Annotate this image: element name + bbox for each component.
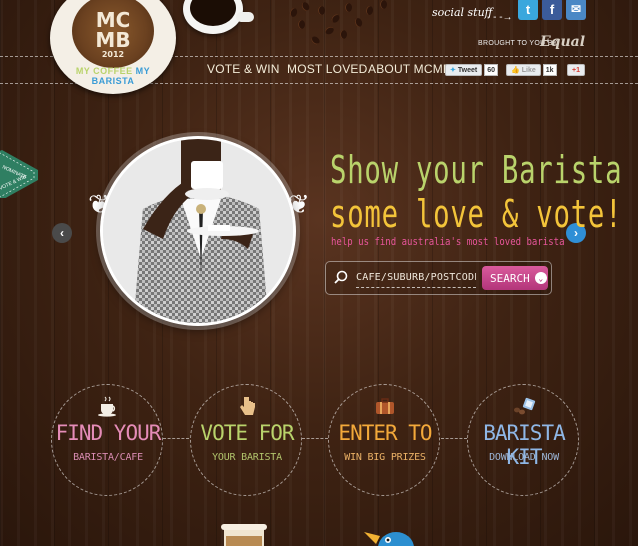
tweet-label: Tweet (457, 66, 478, 74)
twitter-icon[interactable]: t (518, 0, 538, 20)
step-subtitle: BARISTA/CAFE (73, 452, 143, 463)
nav-most-loved[interactable]: MOST LOVED (287, 62, 367, 76)
mcmb-logo[interactable]: MC MB 2012 MY COFFEE MY BARISTA (50, 0, 176, 94)
tweet-count: 60 (484, 64, 498, 76)
twitter-bird-illustration (364, 532, 414, 546)
like-icon: 👍 (511, 67, 520, 74)
barista-photo (100, 136, 296, 326)
like-count: 1k (542, 64, 557, 76)
coffee-cup-icon (98, 396, 116, 417)
logo-line2: MB (95, 28, 131, 52)
step-subtitle: DOWNLOAD NOW (489, 452, 559, 463)
step-subtitle: YOUR BARISTA (212, 452, 282, 463)
step-connector (302, 438, 328, 439)
sponsor-logo[interactable]: Equal (540, 34, 585, 50)
cup-handle (236, 12, 254, 22)
social-stuff-label: social stuff (432, 6, 493, 19)
search-box: SEARCH ⌄ (325, 261, 552, 295)
logo-year: 2012 (101, 50, 125, 59)
takeaway-cup-image (221, 524, 267, 546)
step-title: FIND YOUR (55, 421, 162, 445)
twitter-bird-icon: ✦ (450, 67, 456, 74)
search-input[interactable] (356, 268, 476, 288)
facebook-icon[interactable]: f (542, 0, 562, 20)
email-icon[interactable]: ✉ (566, 0, 586, 20)
hero-tagline: help us find australia's most loved bari… (331, 235, 565, 248)
nav-about-mcmb[interactable]: ABOUT MCMB (368, 62, 451, 76)
suitcase-icon (376, 398, 394, 414)
coffee-cup-image (183, 0, 243, 34)
like-share-button[interactable]: 👍 Like 1k (506, 64, 557, 76)
logo-badge: MC MB 2012 (72, 0, 154, 68)
nominate-ribbon[interactable]: NOMINATE VOTE & WIN (0, 150, 38, 198)
nav-vote-win[interactable]: VOTE & WIN (207, 62, 280, 76)
step-subtitle: WIN BIG PRIZES (344, 452, 426, 463)
tweet-share-button[interactable]: ✦ Tweet 60 (445, 64, 498, 76)
barista-illustration (103, 139, 293, 323)
step-connector (441, 438, 467, 439)
hand-pointer-icon (240, 397, 255, 415)
step-connector (163, 438, 189, 439)
chevron-down-icon: ⌄ (534, 272, 547, 284)
gplus-label: +1 (572, 66, 580, 74)
coffee-beans-icon (514, 397, 536, 415)
chevron-left-icon: ‹ (60, 226, 64, 240)
step-find-barista[interactable]: FIND YOUR BARISTA/CAFE (51, 384, 163, 496)
carousel-prev-button[interactable]: ‹ (52, 223, 72, 243)
step-title: VOTE FOR (200, 421, 294, 445)
gplus-share-button[interactable]: +1 (567, 64, 585, 76)
logo-ring-text: MY COFFEE MY BARISTA (54, 66, 172, 86)
step-title: ENTER TO (338, 421, 432, 445)
search-button[interactable]: SEARCH ⌄ (482, 266, 548, 290)
logo-ring-my-coffee: MY COFFEE (75, 66, 133, 76)
step-enter-win[interactable]: ENTER TO WIN BIG PRIZES (328, 384, 440, 496)
step-barista-kit[interactable]: BARISTA KIT DOWNLOAD NOW (467, 384, 579, 496)
hero-headline-line2: some love & vote! (330, 192, 623, 236)
search-icon (334, 270, 348, 284)
like-label: Like (521, 66, 536, 74)
step-vote-barista[interactable]: VOTE FOR YOUR BARISTA (190, 384, 302, 496)
hero-headline-line1: Show your Barista (330, 148, 623, 192)
arrow-right-icon: - - -→ (487, 12, 513, 23)
search-button-label: SEARCH (490, 271, 530, 285)
